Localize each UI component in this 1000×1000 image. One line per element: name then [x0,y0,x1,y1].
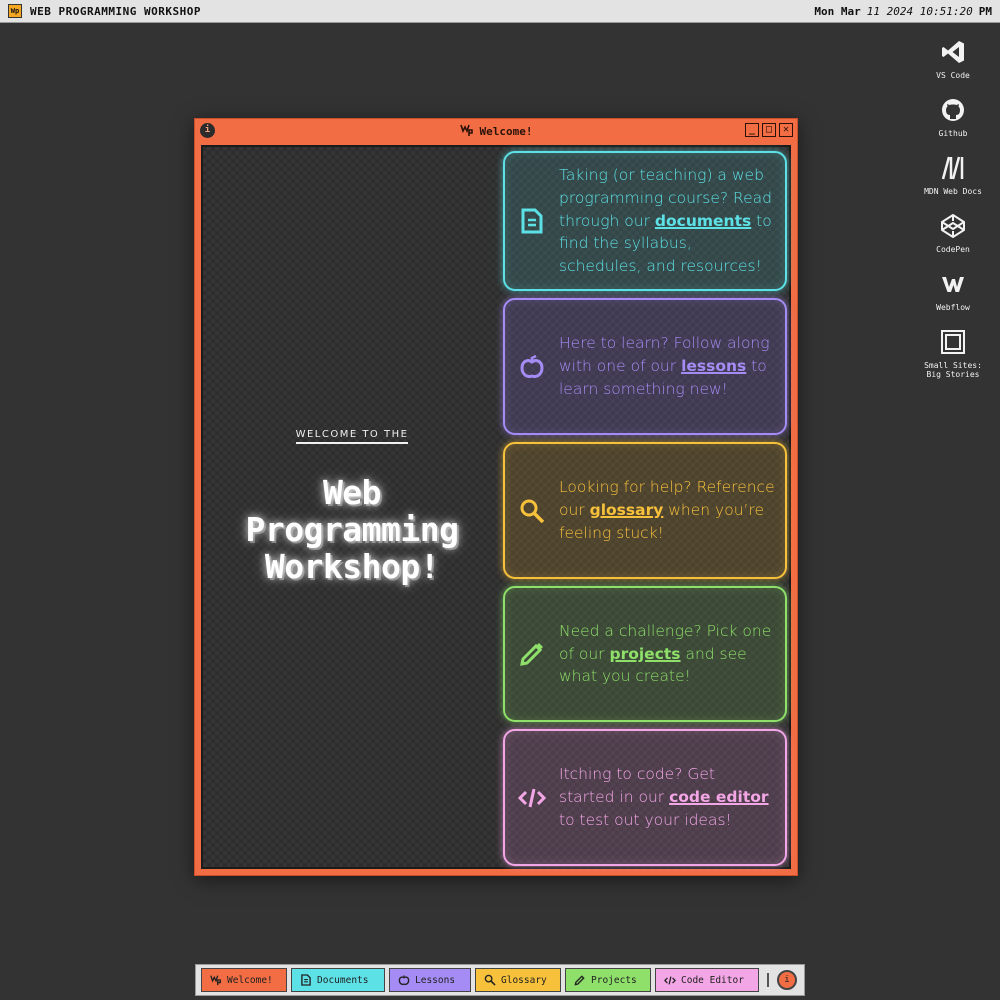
desktop-icon-label: CodePen [936,245,970,254]
desktop-icon-label: VS Code [936,71,970,80]
taskbar-item-projects[interactable]: Projects [565,968,651,992]
magnifier-icon [505,498,559,524]
card-code-editor[interactable]: Itching to code? Get started in our code… [503,729,787,866]
hero-kicker: WELCOME TO THE [295,429,409,444]
taskbar-item-label: Glossary [501,974,547,986]
desktop-icon-small-sites[interactable]: Small Sites: Big Stories [918,326,988,379]
taskbar-item-label: Documents [317,974,369,986]
document-icon [505,208,559,234]
desktop-icon-label: Small Sites: Big Stories [924,361,982,379]
pencil-icon [574,974,586,986]
close-button[interactable]: ✕ [779,123,793,137]
lessons-link[interactable]: lessons [681,357,746,375]
clock: Mon Mar 11 2024 10:51:20 PM [814,5,992,18]
card-lessons[interactable]: Here to learn? Follow along with one of … [503,298,787,435]
code-icon [505,786,559,810]
wp-logo-icon [459,123,474,140]
window-title: Welcome! [479,124,533,138]
info-icon[interactable]: i [777,970,797,990]
desktop-icon-codepen[interactable]: CodePen [918,210,988,254]
menu-bar-left: Wp WEB PROGRAMMING WORKSHOP [8,4,201,18]
desktop-icon-vscode[interactable]: VS Code [918,36,988,80]
taskbar-item-documents[interactable]: Documents [291,968,385,992]
codepen-icon [937,210,969,242]
glossary-link[interactable]: glossary [590,501,664,519]
apple-icon [398,974,410,986]
card-text: Here to learn? Follow along with one of … [559,332,785,400]
taskbar-item-label: Projects [591,974,637,986]
desktop-icon-github[interactable]: Github [918,94,988,138]
clock-datetime: 11 2024 10:51:20 [866,4,973,18]
card-documents[interactable]: Taking (or teaching) a web programming c… [503,151,787,291]
hero: WELCOME TO THE Web Programming Workshop! [203,147,501,867]
square-frame-icon [937,326,969,358]
card-projects[interactable]: Need a challenge? Pick one of our projec… [503,586,787,722]
taskbar-item-label: Welcome! [227,974,273,986]
desktop-icons: VS Code Github MDN Web Docs CodePen Webf… [918,36,988,379]
app-title: WEB PROGRAMMING WORKSHOP [30,4,201,18]
projects-link[interactable]: projects [609,645,680,663]
minimize-button[interactable]: _ [745,123,759,137]
document-icon [300,974,312,986]
card-text: Taking (or teaching) a web programming c… [559,164,785,278]
taskbar-item-lessons[interactable]: Lessons [389,968,471,992]
card-glossary[interactable]: Looking for help? Reference our glossary… [503,442,787,579]
wp-logo-icon [210,974,222,986]
desktop-icon-label: MDN Web Docs [924,187,982,196]
apple-icon [505,354,559,380]
code-icon [664,974,676,986]
maximize-button[interactable]: □ [762,123,776,137]
info-icon[interactable]: i [200,123,215,138]
card-text: Looking for help? Reference our glossary… [559,476,785,544]
webflow-icon [937,268,969,300]
card-list: Taking (or teaching) a web programming c… [503,151,787,873]
taskbar-item-glossary[interactable]: Glossary [475,968,561,992]
taskbar-item-label: Lessons [415,974,456,986]
taskbar-item-label: Code Editor [681,974,744,986]
code-editor-link[interactable]: code editor [669,788,768,806]
window-title-group: Welcome! [459,123,533,140]
desktop-icon-label: Webflow [936,303,970,312]
taskbar: Welcome! Documents Lessons Glossary Proj… [195,964,805,996]
documents-link[interactable]: documents [655,212,751,230]
hero-title: Web Programming Workshop! [245,473,459,586]
window-titlebar[interactable]: i Welcome! _ □ ✕ [195,119,797,143]
vscode-icon [937,36,969,68]
magnifier-icon [484,974,496,986]
desktop-icon-label: Github [938,129,968,138]
clock-ampm: PM [978,4,992,18]
clock-date: Mon Mar [814,4,861,18]
desktop-icon-mdn[interactable]: MDN Web Docs [918,152,988,196]
hero-title-line: Workshop! [264,547,440,586]
menu-bar: Wp WEB PROGRAMMING WORKSHOP Mon Mar 11 2… [0,0,1000,23]
github-icon [937,94,969,126]
taskbar-divider [767,973,769,987]
pencil-icon [505,641,559,667]
welcome-window: i Welcome! _ □ ✕ WELCOME TO THE Web Prog… [194,118,798,876]
card-text-post: to test out your ideas! [559,810,732,829]
card-text: Need a challenge? Pick one of our projec… [559,620,785,688]
window-content: WELCOME TO THE Web Programming Workshop!… [201,145,791,869]
window-controls: _ □ ✕ [745,123,793,137]
app-logo-icon[interactable]: Wp [8,4,22,18]
hero-title-line: Web [322,473,382,512]
hero-title-line: Programming [245,510,459,549]
desktop-icon-webflow[interactable]: Webflow [918,268,988,312]
taskbar-item-welcome[interactable]: Welcome! [201,968,287,992]
taskbar-item-code-editor[interactable]: Code Editor [655,968,759,992]
mdn-icon [937,152,969,184]
card-text: Itching to code? Get started in our code… [559,763,785,831]
